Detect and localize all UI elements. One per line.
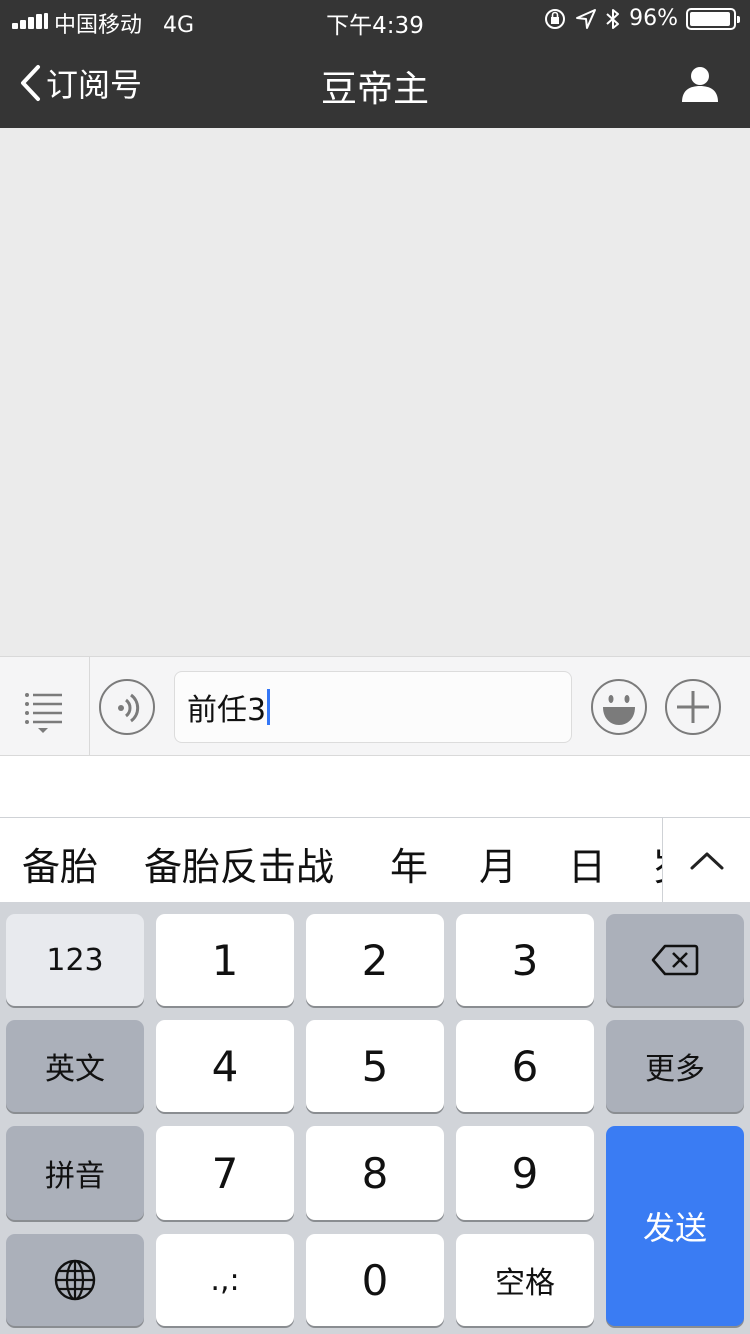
space-key[interactable]: 空格: [456, 1234, 594, 1326]
emoji-icon: [603, 695, 635, 725]
status-bar: 中国移动 4G 下午4:39 96%: [0, 0, 750, 40]
globe-key[interactable]: [6, 1234, 144, 1326]
page-title: 豆帝主: [320, 69, 429, 110]
candidate-word[interactable]: 年: [390, 836, 428, 891]
key-7[interactable]: 7: [156, 1126, 294, 1220]
battery-icon: [686, 7, 740, 30]
keyboard: 123 1 2 3 英文 4 5 6 更多 拼音 7 8 9 发送 .,: 0 …: [0, 902, 750, 1334]
key-punctuation[interactable]: .,:: [156, 1234, 294, 1326]
backspace-key[interactable]: [606, 914, 744, 1006]
location-icon: [576, 8, 597, 29]
voice-icon: [118, 693, 140, 723]
emoji-button[interactable]: [591, 679, 647, 735]
message-area[interactable]: [0, 128, 750, 656]
expand-candidates-button[interactable]: [662, 818, 750, 902]
key-english[interactable]: 英文: [6, 1020, 144, 1112]
top-bar: 中国移动 4G 下午4:39 96% 订阅号 豆帝主: [0, 0, 750, 128]
message-text: 前任3: [187, 693, 267, 728]
key-pinyin[interactable]: 拼音: [6, 1126, 144, 1220]
key-3[interactable]: 3: [456, 914, 594, 1006]
key-5[interactable]: 5: [306, 1020, 444, 1112]
more-options-button[interactable]: [665, 679, 721, 735]
globe-icon: [54, 1259, 96, 1301]
text-cursor: [267, 689, 271, 725]
backspace-icon: [651, 944, 699, 976]
send-button[interactable]: 发送: [606, 1126, 744, 1326]
orientation-lock-icon: [545, 8, 566, 29]
keyboard-spacer: [0, 756, 750, 818]
chevron-up-icon: [690, 852, 724, 870]
navigation-bar: 订阅号 豆帝主: [0, 40, 750, 128]
plus-icon: [677, 691, 709, 723]
input-toolbar: 前任3: [0, 656, 750, 757]
key-8[interactable]: 8: [306, 1126, 444, 1220]
key-9[interactable]: 9: [456, 1126, 594, 1220]
key-2[interactable]: 2: [306, 914, 444, 1006]
voice-button[interactable]: [99, 679, 155, 735]
candidate-word[interactable]: 备胎: [22, 836, 98, 891]
key-numbers-mode[interactable]: 123: [6, 914, 144, 1006]
key-0[interactable]: 0: [306, 1234, 444, 1326]
candidate-bar: 备胎 备胎反击战 年 月 日 岁: [0, 818, 750, 902]
menu-list-icon: [25, 693, 62, 733]
key-1[interactable]: 1: [156, 914, 294, 1006]
key-6[interactable]: 6: [456, 1020, 594, 1112]
battery-percent: 96%: [629, 6, 678, 31]
person-icon[interactable]: [680, 64, 720, 104]
key-more[interactable]: 更多: [606, 1020, 744, 1112]
bluetooth-icon: [606, 8, 620, 29]
menu-toggle-button[interactable]: [0, 657, 90, 757]
candidate-word[interactable]: 备胎反击战: [144, 836, 334, 891]
candidate-word[interactable]: 日: [568, 836, 606, 891]
candidate-word[interactable]: 月: [479, 836, 517, 891]
message-input[interactable]: 前任3: [174, 671, 572, 743]
key-4[interactable]: 4: [156, 1020, 294, 1112]
status-icons: 96%: [543, 6, 740, 31]
